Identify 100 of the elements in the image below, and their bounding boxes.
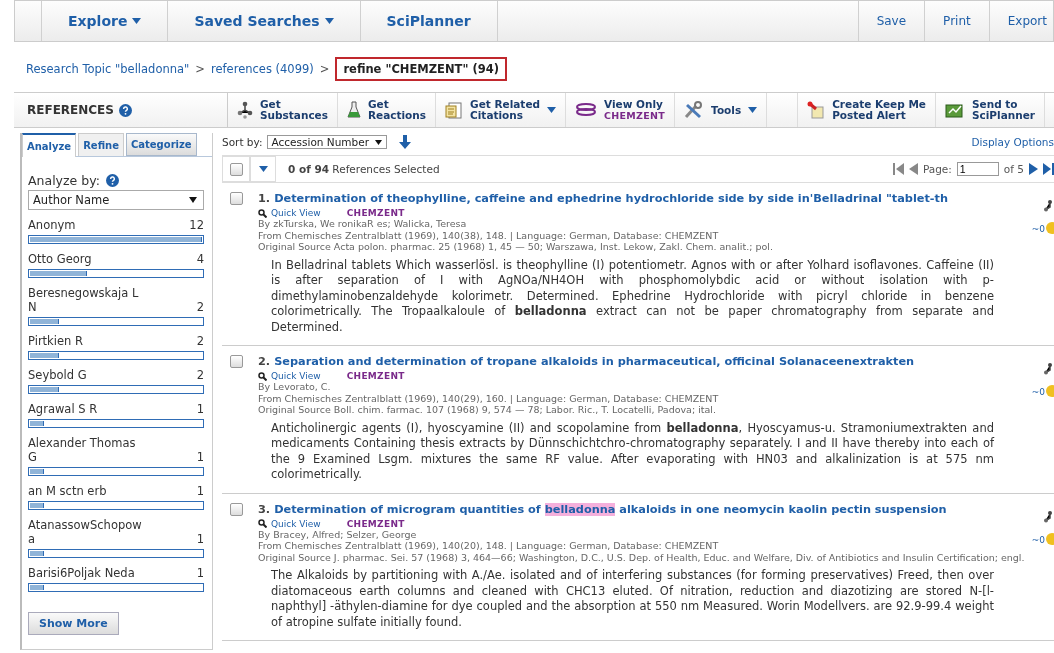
- page-total: of 5: [1003, 163, 1024, 175]
- author-count: 1: [196, 402, 204, 416]
- sort-select[interactable]: Accession Number: [266, 135, 387, 149]
- search-icon: [258, 519, 267, 528]
- record-checkbox[interactable]: [230, 355, 243, 368]
- citing-count: ~0: [1031, 224, 1045, 234]
- nav-link[interactable]: Print: [925, 1, 990, 41]
- author-name[interactable]: Pirtkien R: [28, 334, 83, 348]
- caret-icon: [375, 139, 382, 145]
- record-authors: By Levorato, C.: [258, 381, 332, 393]
- panel-tab[interactable]: Categorize: [125, 133, 197, 156]
- author-name[interactable]: Seybold G: [28, 368, 87, 382]
- author-name[interactable]: Barisi6Poljak Neda: [28, 566, 135, 580]
- toolbar-button[interactable]: View Only CHEMZENT: [566, 93, 676, 127]
- record-citation: From Chemisches Zentralblatt (1969), 140(29), 160. | Language: German, Database: CHEMZENT: [258, 392, 720, 404]
- toolbar-button[interactable]: Get Related Citations: [436, 93, 567, 127]
- author-name[interactable]: Beresnegowskaja L N: [28, 286, 146, 314]
- next-page-icon[interactable]: [1029, 163, 1038, 175]
- record-authors: By zkTurska, We ronikaR es; Walicka, Teresa: [258, 218, 468, 230]
- toolbar-button[interactable]: Create Keep Me Posted Alert: [797, 93, 936, 127]
- author-count: 1: [196, 532, 204, 546]
- record-title-link[interactable]: 2. Separation and determination of tropane alkaloids in pharmaceutical, officinal Solanaceenextrakten: [258, 355, 1032, 368]
- caret-icon: [189, 197, 197, 203]
- show-more-button[interactable]: Show More: [28, 612, 119, 635]
- select-all-checkbox[interactable]: [229, 162, 243, 176]
- quick-view-link[interactable]: Quick View: [271, 518, 321, 529]
- author-count: 1: [196, 450, 204, 464]
- author-count: 2: [196, 300, 204, 314]
- record-abstract: The Alkaloids by partitioning with A./Ae. isolated and of interfering substances (for forming preservatives) Freed, then over diatomaceous earth columns and cleaned with CHC13 eluted. Of nitration, reduction and diazotizing are stored N-[l-naphthyl] -äthylen-diamine for dye coupled and the absorption at 550 nm Measured. Worin Modellvers. are 92.9-99.4 weight of atropine sulfate initially found.: [271, 568, 994, 630]
- record-checkbox[interactable]: [230, 502, 243, 516]
- record-title-link[interactable]: 3. Determination of microgram quantities of belladonna alkaloids in one neomycin kaolin pectin suspension: [258, 502, 1032, 516]
- toolbar-button[interactable]: Get Reactions: [338, 93, 437, 127]
- previous-page-icon[interactable]: [908, 163, 918, 175]
- help-icon[interactable]: [105, 174, 119, 187]
- last-page-icon[interactable]: [1043, 163, 1054, 175]
- breadcrumb-separator: >: [319, 62, 330, 76]
- author-count: 4: [196, 252, 204, 266]
- breadcrumb-link[interactable]: references (4099): [211, 62, 314, 76]
- molecule-icon: [237, 101, 253, 119]
- nav-menu-item[interactable]: SciPlanner: [360, 1, 498, 41]
- author-name[interactable]: Agrawal S R: [28, 402, 98, 416]
- flask-icon: [347, 101, 361, 119]
- molecule-icon[interactable]: [1044, 363, 1054, 375]
- author-name[interactable]: Anonym: [28, 218, 76, 232]
- toolbar-button[interactable]: Tools: [675, 93, 768, 127]
- record-citation: From Chemisches Zentralblatt (1969), 140(38), 148. | Language: German, Database: CHEMZENT: [258, 229, 720, 241]
- record-abstract: Anticholinergic agents (I), hyoscyamine (II) and scopolamine from belladonna, Hyoscyamus-u. Stramoniumextrakten and medicaments Containing thesis extracts by Dünnschichtchro-chromatography separately. I and II have thereby into each of the 9 Examined Lsgm. mixtures the same RF value. After evaporating with HN03 and alkalinization is at 575 nm colorimetrically.: [271, 420, 994, 483]
- analyze-by-select[interactable]: Author Name: [28, 190, 204, 210]
- analyze-by-label: Analyze by:: [28, 173, 100, 188]
- author-count: 1: [196, 566, 204, 580]
- pushpin-icon: [807, 101, 826, 119]
- planner-icon: [945, 102, 965, 118]
- panel-tab[interactable]: Refine: [78, 133, 124, 156]
- tools-icon: [684, 101, 705, 119]
- sort-label: Sort by:: [222, 136, 263, 148]
- help-icon[interactable]: [118, 103, 132, 117]
- record-title-link[interactable]: 1. Determination of theophylline, caffeine and ephedrine hydrochloride side by side in'Belladrinal "tablet-th: [258, 192, 1032, 205]
- page-input[interactable]: 1: [956, 162, 999, 176]
- author-name[interactable]: an M sctn erb: [28, 484, 107, 498]
- search-icon: [258, 208, 267, 218]
- caret-icon: [547, 107, 557, 113]
- sort-direction-icon[interactable]: [399, 135, 411, 149]
- nav-link[interactable]: Save: [858, 1, 926, 41]
- author-name[interactable]: Otto Georg: [28, 252, 92, 266]
- molecule-icon[interactable]: [1044, 510, 1054, 523]
- molecule-icon[interactable]: [1044, 200, 1054, 212]
- database-label: CHEMZENT: [346, 208, 405, 218]
- document-icon: [445, 101, 464, 119]
- nav-link[interactable]: Export: [989, 1, 1053, 41]
- author-name[interactable]: Alexander Thomas G: [28, 436, 146, 464]
- caret-icon: [132, 18, 142, 24]
- display-options-link[interactable]: Display Options: [971, 136, 1054, 148]
- toolbar-button[interactable]: Send to SciPlanner: [936, 93, 1045, 127]
- first-page-icon[interactable]: [892, 163, 904, 175]
- caret-icon: [748, 107, 758, 113]
- page-label: Page:: [922, 163, 952, 175]
- author-name[interactable]: AtanassowSchopowa: [28, 518, 146, 546]
- caret-icon: [324, 18, 334, 24]
- citing-count: ~0: [1031, 534, 1045, 545]
- toolbar-button[interactable]: Get Substances: [228, 93, 338, 127]
- author-count: 2: [196, 368, 204, 382]
- author-count: 2: [196, 334, 204, 348]
- record-abstract: In Belladrinal tablets Which wasserlösl. is theophylline (I) potentiometr. Agnos with or after Yolhard isoflavones. Caffeine (II) is after separation of I with AgNOa/NH4OH with phosphomolybdic acid or without isolation with p-dimethylaminobenzaldehyde kolorimetr. Determined. Ephedrine Hydrochloride with picryl chloride in benzene colorimetrically. The Tropaalkaloule of belladonna extract can not be paper chromatography from separate and Determined.: [271, 257, 994, 335]
- author-count: 12: [189, 218, 204, 232]
- database-label: CHEMZENT: [346, 371, 405, 381]
- selection-count: 0 of 94 References Selected: [288, 163, 440, 175]
- caret-icon: [258, 166, 268, 172]
- current-breadcrumb: refine "CHEMZENT" (94): [335, 57, 507, 81]
- nav-menu-item[interactable]: Saved Searches: [168, 1, 361, 41]
- breadcrumb-separator: >: [195, 62, 205, 76]
- record-source: Original Source J. pharmac. Sei. 57 (1968) 3, 464—66; Washington, D.C., U.S. Dep. of Health, Educ. and Welfare, Div. of Antibiotics and Insulin Certification; engl.: [258, 551, 1026, 563]
- record-source: Original Source Boll. chim. farmac. 107 (1968) 9, 574 — 78; Labor. Ric., T. Locatelli, Padova; ital.: [258, 404, 717, 416]
- panel-tab[interactable]: Analyze: [22, 133, 77, 157]
- nav-menu-item[interactable]: Explore: [42, 1, 169, 41]
- record-checkbox[interactable]: [230, 192, 243, 205]
- author-count: 1: [196, 484, 204, 498]
- database-label: CHEMZENT: [346, 518, 405, 529]
- breadcrumb-link[interactable]: Research Topic "belladonna": [26, 62, 190, 76]
- quick-view-link[interactable]: Quick View: [271, 208, 321, 218]
- quick-view-link[interactable]: Quick View: [271, 371, 321, 381]
